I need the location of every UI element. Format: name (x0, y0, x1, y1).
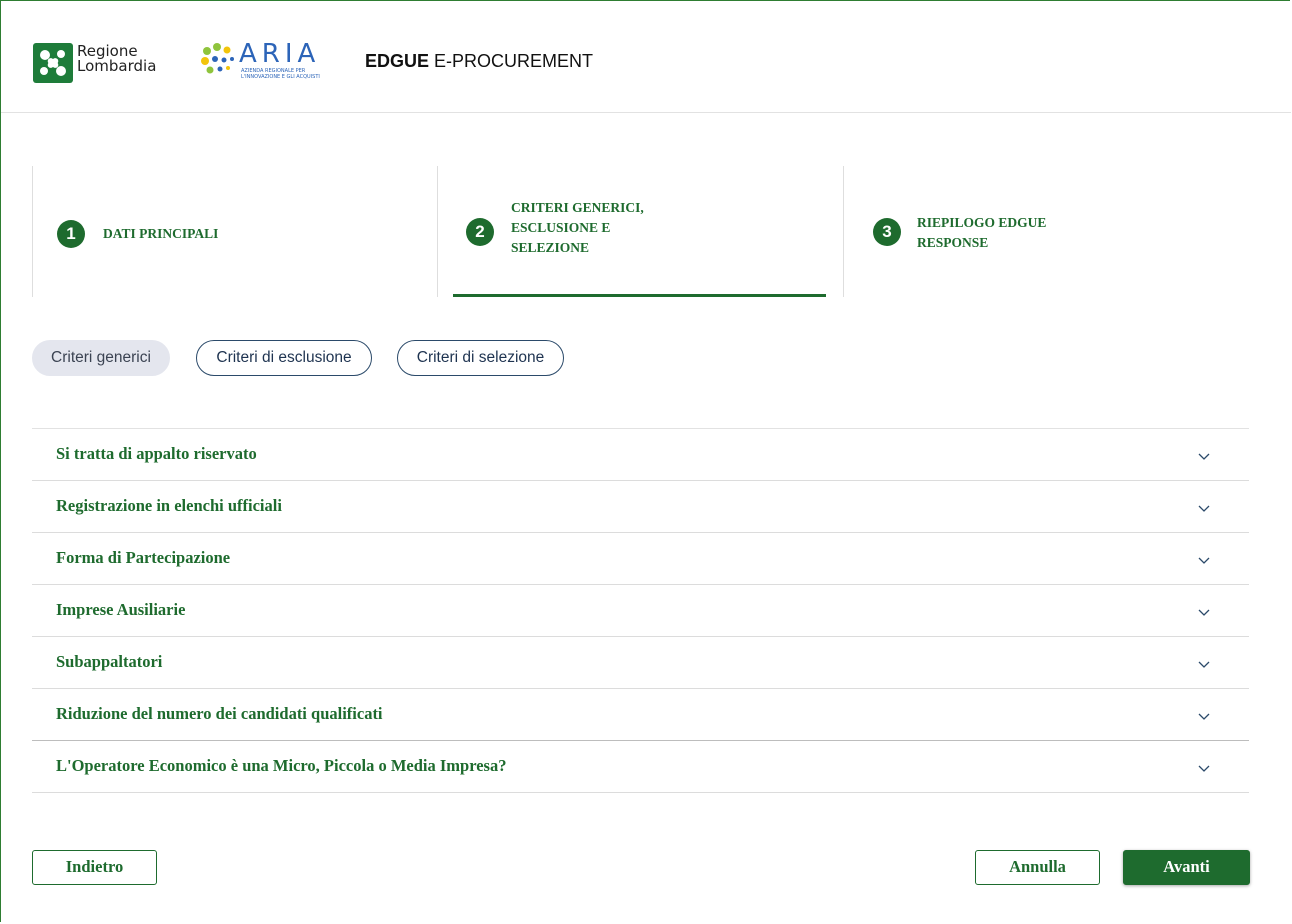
chevron-down-icon (1198, 661, 1210, 668)
accordion-item-subappaltatori[interactable]: Subappaltatori (32, 637, 1249, 689)
tab-criteri-esclusione[interactable]: Criteri di esclusione (196, 340, 372, 376)
active-step-indicator (453, 294, 826, 297)
app-header: Regione Lombardia ARIA AZIENDA REGIONALE… (1, 1, 1291, 113)
accordion-item-forma-partecipazione[interactable]: Forma di Partecipazione (32, 533, 1249, 585)
accordion-title: Subappaltatori (56, 652, 163, 671)
step-criteri[interactable]: 2 CRITERI GENERICI, ESCLUSIONE E SELEZIO… (437, 166, 843, 297)
chevron-down-icon (1198, 505, 1210, 512)
aria-logo-subtitle: AZIENDA REGIONALE PER L'INNOVAZIONE E GL… (241, 68, 341, 80)
chevron-down-icon (1198, 453, 1210, 460)
accordion-item-riduzione-candidati[interactable]: Riduzione del numero dei candidati quali… (32, 689, 1249, 741)
app-title-bold: EDGUE (365, 51, 430, 71)
tab-criteri-selezione[interactable]: Criteri di selezione (397, 340, 564, 376)
accordion-item-appalto-riservato[interactable]: Si tratta di appalto riservato (32, 429, 1249, 481)
wizard-stepper: 1 DATI PRINCIPALI 2 CRITERI GENERICI, ES… (32, 166, 1249, 297)
regione-lombardia-logo-text: Regione Lombardia (77, 44, 156, 74)
criteria-accordion: Si tratta di appalto riservato Registraz… (32, 428, 1249, 793)
step-label: DATI PRINCIPALI (103, 226, 219, 241)
accordion-item-imprese-ausiliarie[interactable]: Imprese Ausiliarie (32, 585, 1249, 637)
step-number: 2 (466, 218, 494, 246)
accordion-item-elenchi-ufficiali[interactable]: Registrazione in elenchi ufficiali (32, 481, 1249, 533)
accordion-title: L'Operatore Economico è una Micro, Picco… (56, 756, 507, 775)
chevron-down-icon (1198, 557, 1210, 564)
next-button[interactable]: Avanti (1123, 850, 1250, 885)
cancel-button[interactable]: Annulla (975, 850, 1100, 885)
accordion-title: Imprese Ausiliarie (56, 600, 186, 619)
accordion-item-pmi[interactable]: L'Operatore Economico è una Micro, Picco… (32, 741, 1249, 793)
aria-logo-text: ARIA (239, 39, 321, 69)
back-button[interactable]: Indietro (32, 850, 157, 885)
accordion-title: Registrazione in elenchi ufficiali (56, 496, 282, 515)
accordion-title: Forma di Partecipazione (56, 548, 231, 567)
step-number: 3 (873, 218, 901, 246)
regione-lombardia-logo-icon (33, 43, 73, 83)
chevron-down-icon (1198, 609, 1210, 616)
step-dati-principali[interactable]: 1 DATI PRINCIPALI (32, 166, 437, 297)
aria-logo-icon (199, 39, 239, 79)
chevron-down-icon (1198, 713, 1210, 720)
tab-criteri-generici[interactable]: Criteri generici (32, 340, 170, 376)
step-riepilogo[interactable]: 3 RIEPILOGO EDGUE RESPONSE (843, 166, 1249, 297)
aria-subtitle-line2: L'INNOVAZIONE E GLI ACQUISTI (241, 74, 320, 80)
logo-text-line2: Lombardia (77, 57, 157, 75)
step-label: CRITERI GENERICI, ESCLUSIONE E SELEZIONE (511, 200, 644, 255)
chevron-down-icon (1198, 765, 1210, 772)
app-title: EDGUE E-PROCUREMENT (365, 51, 593, 72)
step-label: RIEPILOGO EDGUE RESPONSE (917, 215, 1047, 250)
accordion-title: Si tratta di appalto riservato (56, 444, 257, 463)
app-title-rest: E-PROCUREMENT (429, 51, 594, 71)
accordion-title: Riduzione del numero dei candidati quali… (56, 704, 383, 723)
step-number: 1 (57, 220, 85, 248)
